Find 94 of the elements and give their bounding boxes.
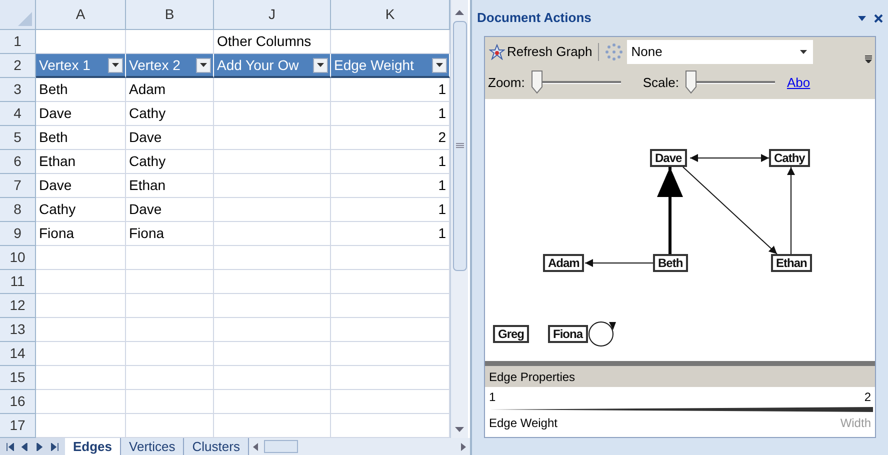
scroll-down-icon[interactable] [455, 427, 464, 432]
sheet-tab[interactable]: Clusters [184, 438, 249, 455]
range-min: 1 [489, 389, 496, 406]
overflow-icon[interactable] [864, 53, 873, 63]
horizontal-scrollbar[interactable] [248, 438, 470, 455]
graph-node[interactable]: Greg [493, 325, 530, 343]
scroll-left-icon[interactable] [252, 442, 258, 450]
filter-button[interactable] [108, 58, 123, 72]
row-header[interactable]: 8 [0, 198, 36, 222]
scroll-up-icon[interactable] [455, 10, 464, 15]
table-cell: Beth [36, 78, 126, 102]
row-header[interactable]: 7 [0, 174, 36, 198]
caret-down-icon [800, 50, 808, 54]
about-link[interactable]: Abo [786, 73, 810, 93]
column-heading: Vertex 1 [39, 56, 90, 74]
corner-triangle-icon [18, 12, 32, 26]
row-header[interactable]: 15 [0, 366, 36, 390]
edge-properties-header: Edge Properties [485, 366, 875, 387]
self-loop-edge [588, 322, 616, 346]
table-cell: Cathy [126, 102, 214, 126]
graph-node[interactable]: Beth [653, 254, 688, 272]
table-cell: Dave [36, 102, 126, 126]
sheet-tab[interactable]: Vertices [121, 438, 184, 455]
filter-button[interactable] [196, 58, 211, 72]
scale-label: Scale: [642, 74, 679, 92]
scroll-thumb[interactable] [452, 21, 466, 271]
column-heading: Add Your Ow [217, 56, 299, 74]
table-cell: Ethan [126, 174, 214, 198]
row-header[interactable]: 14 [0, 342, 36, 366]
first-sheet-icon[interactable] [6, 442, 14, 450]
visual-property-label: Width [840, 415, 871, 432]
refresh-graph-button[interactable]: Refresh Graph [489, 42, 592, 62]
table-cell: Cathy [126, 150, 214, 174]
filter-button[interactable] [313, 58, 328, 72]
graph-node[interactable]: Adam [543, 254, 584, 272]
row-header[interactable]: 11 [0, 270, 36, 294]
row-header[interactable]: 10 [0, 246, 36, 270]
sheet-tab[interactable]: Edges [65, 438, 122, 455]
row-header[interactable]: 6 [0, 150, 36, 174]
table-cell: Adam [126, 78, 214, 102]
row-header[interactable]: 3 [0, 78, 36, 102]
graph-node[interactable]: Dave [650, 149, 687, 167]
zoom-label: Zoom: [488, 74, 525, 92]
graph-node[interactable]: Ethan [771, 254, 812, 272]
close-icon[interactable] [874, 14, 883, 22]
row-header[interactable]: 12 [0, 294, 36, 318]
vertical-scrollbar[interactable] [450, 0, 468, 438]
row-header[interactable]: 9 [0, 222, 36, 246]
table-cell: Dave [126, 198, 214, 222]
pane-menu-icon[interactable] [858, 16, 866, 20]
table-cell: Beth [36, 126, 126, 150]
caret-down-icon [317, 63, 324, 67]
pane-title: Document Actions [477, 9, 592, 28]
graph-node[interactable]: Cathy [769, 149, 810, 167]
caret-down-icon [200, 63, 207, 67]
table-cell: Cathy [36, 198, 126, 222]
slider-thumb[interactable] [531, 70, 544, 94]
table-cell: Fiona [126, 222, 214, 246]
column-heading: Edge Weight [334, 56, 414, 75]
slider[interactable] [532, 70, 621, 96]
column-header[interactable]: B [126, 0, 214, 30]
column-header[interactable]: K [331, 0, 450, 30]
grip-icon [456, 143, 464, 149]
range-max: 2 [864, 389, 871, 406]
graph-node[interactable]: Fiona [548, 325, 588, 343]
last-sheet-icon[interactable] [51, 442, 59, 450]
scroll-thumb[interactable] [264, 440, 298, 453]
scroll-right-icon[interactable] [461, 442, 466, 450]
edge-property-label: Edge Weight [489, 415, 558, 432]
slider[interactable] [686, 70, 775, 96]
filter-button[interactable] [432, 58, 447, 72]
row-header[interactable]: 2 [0, 54, 36, 78]
layout-select[interactable]: None [627, 40, 814, 64]
column-header[interactable]: A [36, 0, 126, 30]
next-sheet-icon[interactable] [36, 442, 44, 450]
graph-edge [584, 259, 654, 267]
column-heading: Vertex 2 [129, 56, 180, 74]
star-icon [489, 44, 505, 60]
row-header[interactable]: 4 [0, 102, 36, 126]
slider-thumb[interactable] [685, 70, 698, 94]
row-header[interactable]: 16 [0, 390, 36, 414]
row-header[interactable]: 17 [0, 414, 36, 438]
column-header[interactable]: J [214, 0, 331, 30]
row-header[interactable]: 13 [0, 318, 36, 342]
table-cell: Ethan [36, 150, 126, 174]
row-header[interactable]: 1 [0, 30, 36, 54]
table-cell: Fiona [36, 222, 126, 246]
table-cell: Dave [126, 126, 214, 150]
caret-down-icon [436, 63, 443, 67]
previous-sheet-icon[interactable] [21, 442, 29, 450]
table-cell: Dave [36, 174, 126, 198]
caret-down-icon [112, 63, 119, 67]
dots-icon [605, 43, 624, 61]
row-header[interactable]: 5 [0, 126, 36, 150]
